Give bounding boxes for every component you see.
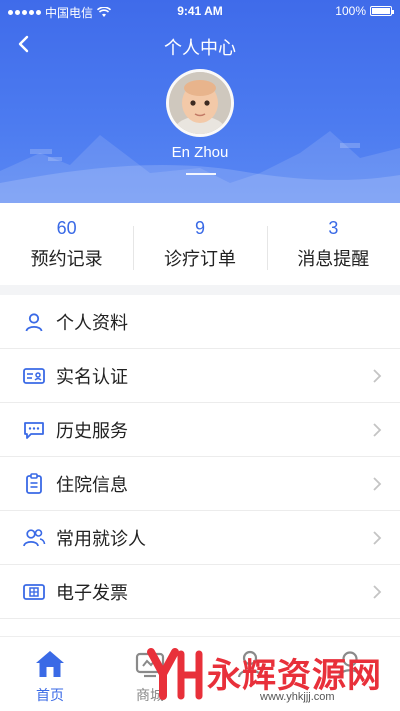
stat-label: 诊疗订单	[163, 248, 236, 269]
user-name: En Zhou	[171, 144, 229, 161]
watermark-text: 永辉资源网	[207, 656, 382, 696]
name-underline	[186, 173, 216, 175]
chevron-right-icon	[373, 369, 382, 383]
stat-value: 9	[194, 217, 205, 238]
user-icon	[22, 310, 46, 334]
status-bar: 中国电信 9:41 AM 100%	[0, 0, 400, 22]
stat-value: 3	[328, 217, 339, 238]
menu-label: 实名认证	[56, 366, 128, 387]
chevron-right-icon	[373, 477, 382, 491]
invoice-icon	[22, 580, 46, 604]
avatar[interactable]	[166, 69, 234, 137]
chevron-right-icon	[373, 423, 382, 437]
stat-messages[interactable]: 3 消息提醒	[266, 217, 400, 271]
menu-label: 住院信息	[56, 474, 128, 495]
chat-icon	[22, 418, 46, 442]
menu-item-history[interactable]: 历史服务	[0, 403, 400, 457]
stat-label: 消息提醒	[297, 248, 370, 269]
profile-header: 中国电信 9:41 AM 100% 个人中心 En Zhou	[0, 0, 400, 203]
watermark-logo	[147, 648, 203, 700]
menu-label: 个人资料	[56, 312, 128, 333]
users-icon	[22, 526, 46, 550]
menu-item-hospitalization[interactable]: 住院信息	[0, 457, 400, 511]
home-icon	[36, 651, 64, 677]
tab-label: 首页	[36, 687, 64, 703]
menu-label: 电子发票	[56, 582, 128, 603]
menu-item-profile[interactable]: 个人资料	[0, 295, 400, 349]
stat-orders[interactable]: 9 诊疗订单	[133, 218, 266, 271]
section-divider	[0, 285, 400, 295]
page-title: 个人中心	[164, 38, 236, 58]
watermark: 永辉资源网 www.yhkjjj.com	[145, 644, 395, 706]
stat-label: 预约记录	[30, 248, 103, 269]
stat-appointments[interactable]: 60 预约记录	[0, 218, 133, 271]
menu-list: 个人资料 实名认证 历史服务 住院信息 常用就诊人 电子发票	[0, 295, 400, 619]
watermark-url: www.yhkjjj.com	[260, 691, 335, 703]
nav-bar: 个人中心	[0, 26, 400, 64]
menu-label: 历史服务	[56, 420, 128, 441]
battery-icon	[370, 6, 394, 16]
baby-photo	[169, 72, 231, 134]
stats-row: 60 预约记录 9 诊疗订单 3 消息提醒	[0, 203, 400, 285]
menu-item-patients[interactable]: 常用就诊人	[0, 511, 400, 565]
stat-value: 60	[56, 217, 77, 238]
battery-percent: 100%	[335, 4, 366, 18]
chevron-right-icon	[373, 585, 382, 599]
menu-item-invoice[interactable]: 电子发票	[0, 565, 400, 619]
menu-item-verification[interactable]: 实名认证	[0, 349, 400, 403]
tab-home[interactable]: 首页	[0, 637, 100, 711]
clipboard-icon	[22, 472, 46, 496]
menu-label: 常用就诊人	[56, 528, 146, 549]
chevron-right-icon	[373, 531, 382, 545]
id-card-icon	[22, 364, 46, 388]
